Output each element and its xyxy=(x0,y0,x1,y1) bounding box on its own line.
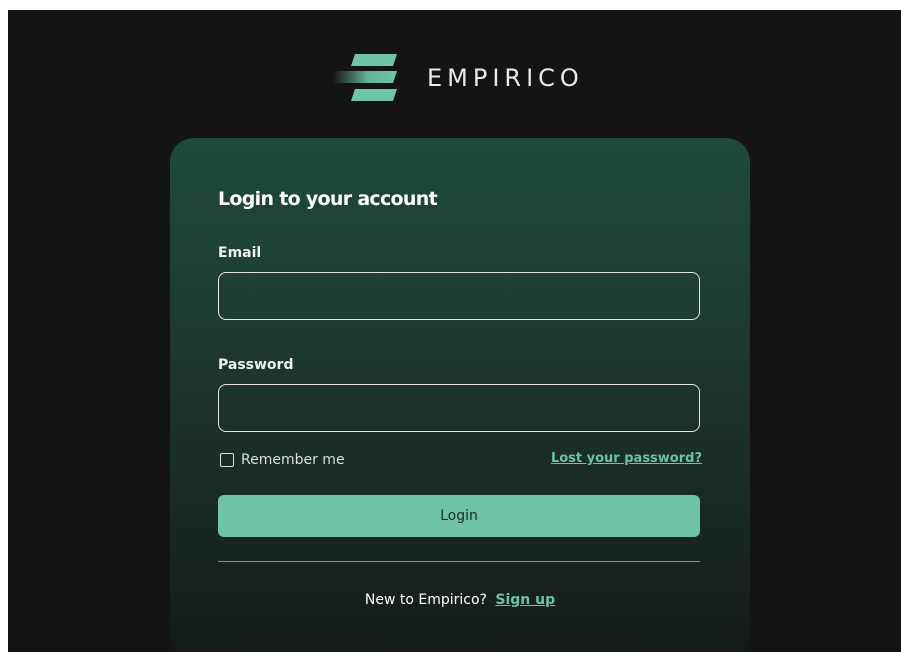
email-field[interactable] xyxy=(218,272,700,320)
signup-row: New to Empirico? Sign up xyxy=(170,592,750,608)
email-label: Email xyxy=(218,245,262,261)
login-screen: EMPIRICO Login to your account Email Pas… xyxy=(8,10,901,652)
brand-name: EMPIRICO xyxy=(427,64,584,92)
login-title: Login to your account xyxy=(218,188,438,210)
password-label: Password xyxy=(218,357,294,373)
remember-me-checkbox[interactable] xyxy=(220,453,234,467)
password-field[interactable] xyxy=(218,384,700,432)
lost-password-link[interactable]: Lost your password? xyxy=(551,451,702,466)
signup-prompt: New to Empirico? xyxy=(364,592,487,608)
divider xyxy=(218,561,700,562)
empirico-stripes-icon xyxy=(333,54,397,101)
login-card: Login to your account Email Password Rem… xyxy=(170,138,750,652)
remember-me-label: Remember me xyxy=(241,452,345,468)
login-button[interactable]: Login xyxy=(218,495,700,537)
brand-logo: EMPIRICO xyxy=(333,54,584,102)
remember-me-option[interactable]: Remember me xyxy=(220,452,345,468)
signup-link[interactable]: Sign up xyxy=(495,592,555,608)
